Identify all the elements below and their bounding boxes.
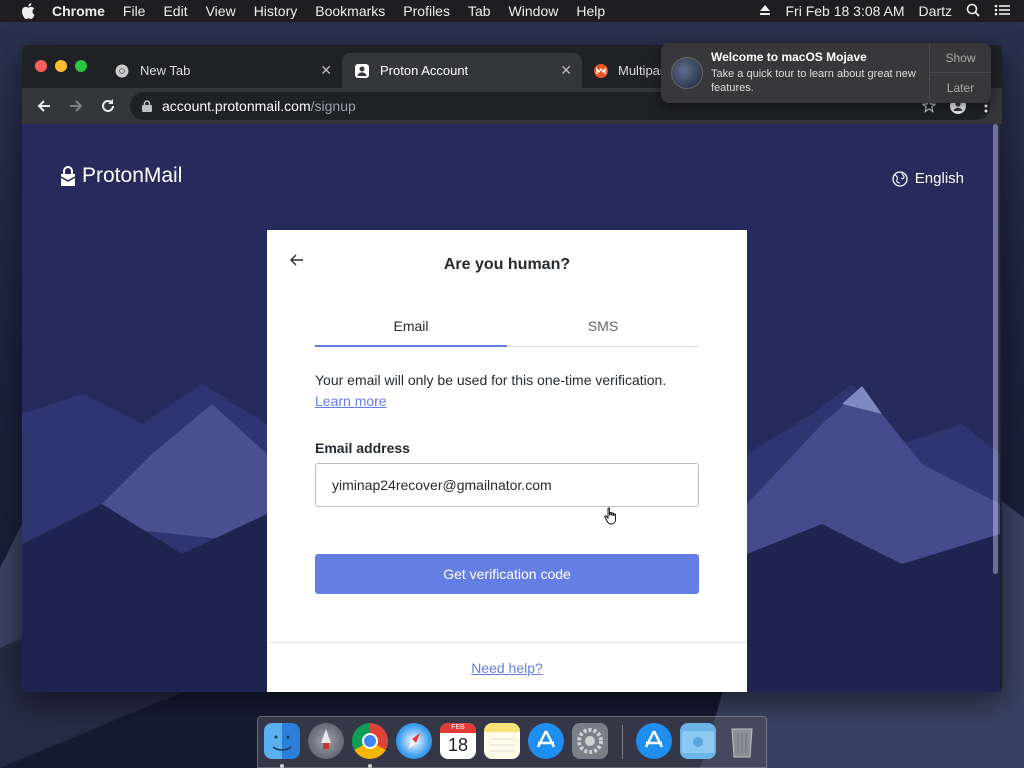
need-help-link[interactable]: Need help? [267, 660, 747, 676]
email-field-value: yiminap24recover@gmailnator.com [332, 477, 552, 493]
globe-icon [892, 170, 908, 187]
system-preferences-icon[interactable] [572, 723, 608, 759]
app-store-download-icon[interactable] [636, 723, 672, 759]
dock-separator [622, 725, 623, 759]
notification-actions: Show Later [929, 43, 991, 103]
email-field[interactable]: yiminap24recover@gmailnator.com [315, 463, 699, 507]
notification-title: Welcome to macOS Mojave [711, 50, 867, 64]
learn-more-link[interactable]: Learn more [315, 391, 387, 412]
forward-arrow-icon[interactable] [66, 96, 86, 116]
notification-show-button[interactable]: Show [930, 43, 991, 73]
menu-edit[interactable]: Edit [163, 3, 187, 19]
clock-text[interactable]: Fri Feb 18 3:08 AM [785, 3, 904, 19]
running-indicator [280, 764, 284, 768]
calendar-icon[interactable]: FEB 18 [440, 723, 476, 759]
notification-center-icon[interactable] [994, 3, 1010, 19]
close-tab-icon[interactable]: ✕ [320, 62, 332, 79]
tab-email[interactable]: Email [315, 318, 507, 347]
menu-help[interactable]: Help [576, 3, 605, 19]
lock-icon [142, 100, 152, 112]
user-name[interactable]: Dartz [919, 3, 952, 19]
window-controls [35, 60, 95, 72]
url-path: /signup [310, 98, 356, 114]
close-tab-icon[interactable]: ✕ [560, 62, 572, 79]
menu-view[interactable]: View [206, 3, 236, 19]
minimize-window-button[interactable] [55, 60, 67, 72]
protonmail-logo[interactable]: ProtonMail [60, 164, 182, 188]
info-text: Your email will only be used for this on… [315, 372, 667, 388]
page-content: ProtonMail English Are you human? Email … [22, 124, 1000, 692]
tab-sms[interactable]: SMS [507, 318, 699, 346]
menu-app-name[interactable]: Chrome [52, 3, 105, 19]
maximize-window-button[interactable] [75, 60, 87, 72]
trash-icon[interactable] [724, 723, 760, 759]
eject-icon[interactable] [759, 3, 771, 19]
language-label: English [914, 170, 964, 187]
chrome-icon[interactable] [352, 723, 388, 759]
proton-lock-logo-icon [60, 166, 76, 186]
notification-later-button[interactable]: Later [930, 73, 991, 103]
reload-icon[interactable] [98, 96, 118, 116]
proton-account-icon [354, 63, 370, 79]
notes-icon[interactable] [484, 723, 520, 759]
close-window-button[interactable] [35, 60, 47, 72]
hand-cursor-icon [604, 507, 616, 525]
menu-bookmarks[interactable]: Bookmarks [315, 3, 385, 19]
language-selector[interactable]: English [892, 170, 964, 187]
spotlight-search-icon[interactable] [966, 3, 980, 20]
browser-window: New Tab ✕ Proton Account ✕ Multipas acco… [22, 45, 1002, 692]
multipass-icon [594, 63, 608, 79]
menu-tab[interactable]: Tab [468, 3, 491, 19]
info-paragraph: Your email will only be used for this on… [315, 370, 699, 412]
menu-history[interactable]: History [254, 3, 298, 19]
menu-bar: Chrome File Edit View History Bookmarks … [0, 0, 1024, 22]
menu-profiles[interactable]: Profiles [403, 3, 450, 19]
tab-title: Multipas [618, 63, 662, 78]
tab-new-tab[interactable]: New Tab ✕ [102, 53, 342, 88]
mojave-icon [671, 57, 703, 89]
apple-menu-icon[interactable] [18, 3, 38, 19]
calendar-month: FEB [440, 723, 476, 733]
tab-proton-account[interactable]: Proton Account ✕ [342, 53, 582, 88]
calendar-day: 18 [447, 735, 469, 755]
safari-icon[interactable] [396, 723, 432, 759]
logo-text: ProtonMail [82, 164, 183, 187]
email-field-label: Email address [315, 440, 410, 456]
card-divider [267, 642, 747, 643]
tab-title: Proton Account [380, 63, 469, 78]
url-host: account.protonmail.com [162, 98, 311, 114]
get-verification-code-button[interactable]: Get verification code [315, 554, 699, 594]
menu-window[interactable]: Window [509, 3, 559, 19]
app-store-icon[interactable] [528, 723, 564, 759]
launchpad-icon[interactable] [308, 723, 344, 759]
notification-body: Take a quick tour to learn about great n… [711, 68, 916, 94]
running-indicator [368, 764, 372, 768]
tab-title: New Tab [140, 63, 191, 78]
menu-file[interactable]: File [123, 3, 146, 19]
verification-method-tabs: Email SMS [315, 318, 699, 347]
back-arrow-icon[interactable] [34, 96, 54, 116]
page-scrollbar[interactable] [993, 124, 998, 574]
macos-notification[interactable]: Welcome to macOS Mojave Take a quick tou… [661, 43, 991, 103]
finder-icon[interactable] [264, 723, 300, 759]
verification-card: Are you human? Email SMS Your email will… [267, 230, 747, 692]
card-title: Are you human? [443, 256, 571, 273]
downloads-folder-icon[interactable] [680, 723, 716, 759]
tab-multipass[interactable]: Multipas [582, 53, 662, 88]
chrome-icon [114, 63, 130, 79]
dock: FEB 18 [257, 716, 767, 768]
